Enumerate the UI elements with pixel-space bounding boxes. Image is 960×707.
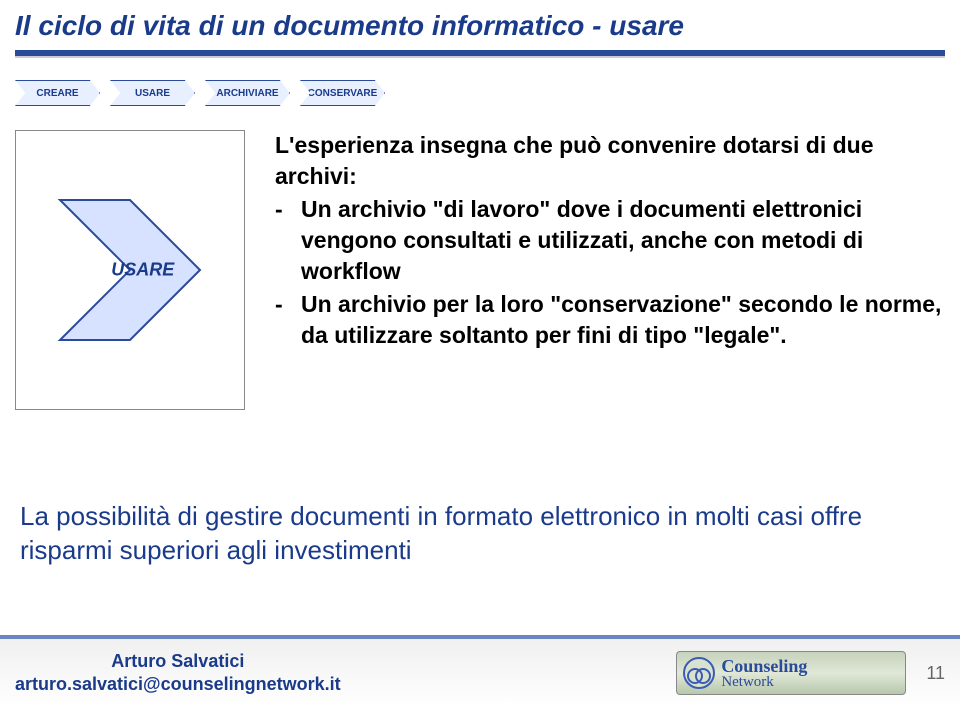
author-email: arturo.salvatici@counselingnetwork.it [15, 673, 341, 696]
footer-author: Arturo Salvatici arturo.salvatici@counse… [15, 650, 341, 697]
bullet-marker: - [275, 289, 301, 351]
footer: Arturo Salvatici arturo.salvatici@counse… [0, 635, 960, 707]
logo-mark-icon [683, 657, 715, 689]
main-text: L'esperienza insegna che può convenire d… [275, 130, 945, 410]
bullet-2-text: Un archivio per la loro "conservazione" … [301, 289, 945, 351]
bullet-1-text: Un archivio "di lavoro" dove i documenti… [301, 194, 945, 287]
footer-right: Counseling Network 11 [676, 651, 945, 695]
bullet-1: - Un archivio "di lavoro" dove i documen… [275, 194, 945, 287]
page-number: 11 [926, 663, 945, 684]
bullet-marker: - [275, 194, 301, 287]
arrow-shape: USARE [50, 190, 210, 350]
page-title: Il ciclo di vita di un documento informa… [15, 10, 945, 50]
logo: Counseling Network [676, 651, 906, 695]
bullet-2: - Un archivio per la loro "conservazione… [275, 289, 945, 351]
title-bar: Il ciclo di vita di un documento informa… [15, 10, 945, 58]
stage-creare: CREARE [15, 80, 100, 106]
arrow-label: USARE [111, 260, 174, 281]
logo-text: Counseling Network [721, 657, 807, 690]
stage-conservare: CONSERVARE [300, 80, 385, 106]
logo-line1: Counseling [721, 657, 807, 675]
stage-archiviare: ARCHIVIARE [205, 80, 290, 106]
intro-text: L'esperienza insegna che può convenire d… [275, 130, 945, 192]
visual-box: USARE [15, 130, 245, 410]
bottom-paragraph: La possibilità di gestire documenti in f… [20, 500, 940, 568]
stage-usare: USARE [110, 80, 195, 106]
content-area: USARE L'esperienza insegna che può conve… [15, 130, 945, 410]
lifecycle-stages: CREARE USARE ARCHIVIARE CONSERVARE [15, 80, 395, 106]
author-name: Arturo Salvatici [15, 650, 341, 673]
title-underline [15, 50, 945, 58]
logo-line2: Network [721, 675, 807, 690]
